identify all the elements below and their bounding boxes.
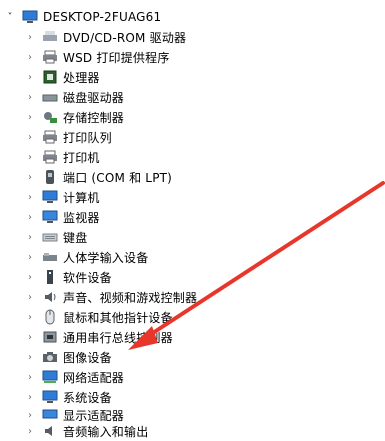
tree-root-label: DESKTOP-2FUAG61 [43, 10, 162, 24]
tree-item-usb[interactable]: › 通用串行总线控制器 [24, 327, 173, 347]
chevron-right-icon[interactable]: › [24, 71, 36, 83]
tree-item-printer[interactable]: › 打印机 [24, 147, 100, 167]
audio-io-icon [42, 423, 58, 439]
chevron-right-icon[interactable]: › [24, 409, 36, 421]
tree-item-label: WSD 打印提供程序 [63, 50, 170, 65]
chevron-down-icon[interactable]: ˅ [4, 11, 16, 23]
processor-icon [42, 69, 58, 85]
device-tree: ˅ DESKTOP-2FUAG61 › DVD/CD-ROM 驱动器 › WSD… [0, 0, 385, 439]
tree-item-label: DVD/CD-ROM 驱动器 [63, 30, 187, 45]
chevron-right-icon[interactable]: › [24, 291, 36, 303]
camera-icon [42, 349, 58, 365]
tree-item-label: 系统设备 [63, 390, 112, 405]
tree-item-wsd[interactable]: › WSD 打印提供程序 [24, 47, 170, 67]
dvd-drive-icon [42, 29, 58, 45]
chevron-right-icon[interactable]: › [24, 271, 36, 283]
chevron-right-icon[interactable]: › [24, 171, 36, 183]
computer-icon [22, 9, 38, 25]
tree-item-audio-io[interactable]: › 音频输入和输出 [24, 421, 148, 441]
tree-item-label: 软件设备 [63, 270, 112, 285]
chevron-right-icon[interactable]: › [24, 331, 36, 343]
tree-item-imaging[interactable]: › 图像设备 [24, 347, 112, 367]
tree-item-label: 存储控制器 [63, 110, 125, 125]
chevron-right-icon[interactable]: › [24, 51, 36, 63]
tree-item-mouse[interactable]: › 鼠标和其他指针设备 [24, 307, 173, 327]
print-queue-icon [42, 129, 58, 145]
tree-item-keyboard[interactable]: › 键盘 [24, 227, 87, 247]
tree-item-label: 监视器 [63, 210, 100, 225]
tree-item-label: 端口 (COM 和 LPT) [63, 170, 173, 185]
mouse-icon [42, 309, 58, 325]
monitor-icon [42, 209, 58, 225]
tree-item-label: 通用串行总线控制器 [63, 330, 173, 345]
tree-item-print-queue[interactable]: › 打印队列 [24, 127, 112, 147]
chevron-right-icon[interactable]: › [24, 31, 36, 43]
tree-item-disk[interactable]: › 磁盘驱动器 [24, 87, 124, 107]
chevron-right-icon[interactable]: › [24, 91, 36, 103]
tree-item-label: 处理器 [63, 70, 100, 85]
chevron-right-icon[interactable]: › [24, 425, 36, 437]
chevron-right-icon[interactable]: › [24, 351, 36, 363]
tree-item-label: 计算机 [63, 190, 100, 205]
chevron-right-icon[interactable]: › [24, 191, 36, 203]
tree-root[interactable]: ˅ DESKTOP-2FUAG61 [4, 7, 162, 27]
tree-item-label: 鼠标和其他指针设备 [63, 310, 173, 325]
hid-icon [42, 249, 58, 265]
chevron-right-icon[interactable]: › [24, 251, 36, 263]
tree-item-label: 打印机 [63, 150, 100, 165]
network-adapter-icon [42, 369, 58, 385]
printer-icon [42, 149, 58, 165]
tree-item-label: 网络适配器 [63, 370, 125, 385]
computer-icon [42, 189, 58, 205]
tree-item-label: 音频输入和输出 [63, 424, 149, 439]
chevron-right-icon[interactable]: › [24, 131, 36, 143]
chevron-right-icon[interactable]: › [24, 371, 36, 383]
tree-item-storage[interactable]: › 存储控制器 [24, 107, 124, 127]
tree-item-label: 声音、视频和游戏控制器 [63, 290, 198, 305]
tree-item-label: 打印队列 [63, 130, 112, 145]
chevron-right-icon[interactable]: › [24, 111, 36, 123]
keyboard-icon [42, 229, 58, 245]
system-device-icon [42, 389, 58, 405]
tree-item-monitor[interactable]: › 监视器 [24, 207, 100, 227]
software-device-icon [42, 269, 58, 285]
printer-icon [42, 49, 58, 65]
tree-item-software[interactable]: › 软件设备 [24, 267, 112, 287]
tree-item-system[interactable]: › 系统设备 [24, 387, 112, 407]
usb-icon [42, 329, 58, 345]
sound-icon [42, 289, 58, 305]
tree-item-hid[interactable]: › 人体学输入设备 [24, 247, 148, 267]
tree-item-cpu[interactable]: › 处理器 [24, 67, 100, 87]
tree-item-label: 人体学输入设备 [63, 250, 149, 265]
chevron-right-icon[interactable]: › [24, 311, 36, 323]
chevron-right-icon[interactable]: › [24, 211, 36, 223]
tree-item-label: 磁盘驱动器 [63, 90, 125, 105]
disk-drive-icon [42, 89, 58, 105]
chevron-right-icon[interactable]: › [24, 151, 36, 163]
tree-item-label: 图像设备 [63, 350, 112, 365]
tree-item-label: 键盘 [63, 230, 88, 245]
port-icon [42, 169, 58, 185]
tree-item-sound[interactable]: › 声音、视频和游戏控制器 [24, 287, 197, 307]
chevron-right-icon[interactable]: › [24, 231, 36, 243]
chevron-right-icon[interactable]: › [24, 391, 36, 403]
tree-item-port[interactable]: › 端口 (COM 和 LPT) [24, 167, 172, 187]
tree-item-network[interactable]: › 网络适配器 [24, 367, 124, 387]
tree-item-computer[interactable]: › 计算机 [24, 187, 100, 207]
storage-controller-icon [42, 109, 58, 125]
tree-item-dvd[interactable]: › DVD/CD-ROM 驱动器 [24, 27, 186, 47]
